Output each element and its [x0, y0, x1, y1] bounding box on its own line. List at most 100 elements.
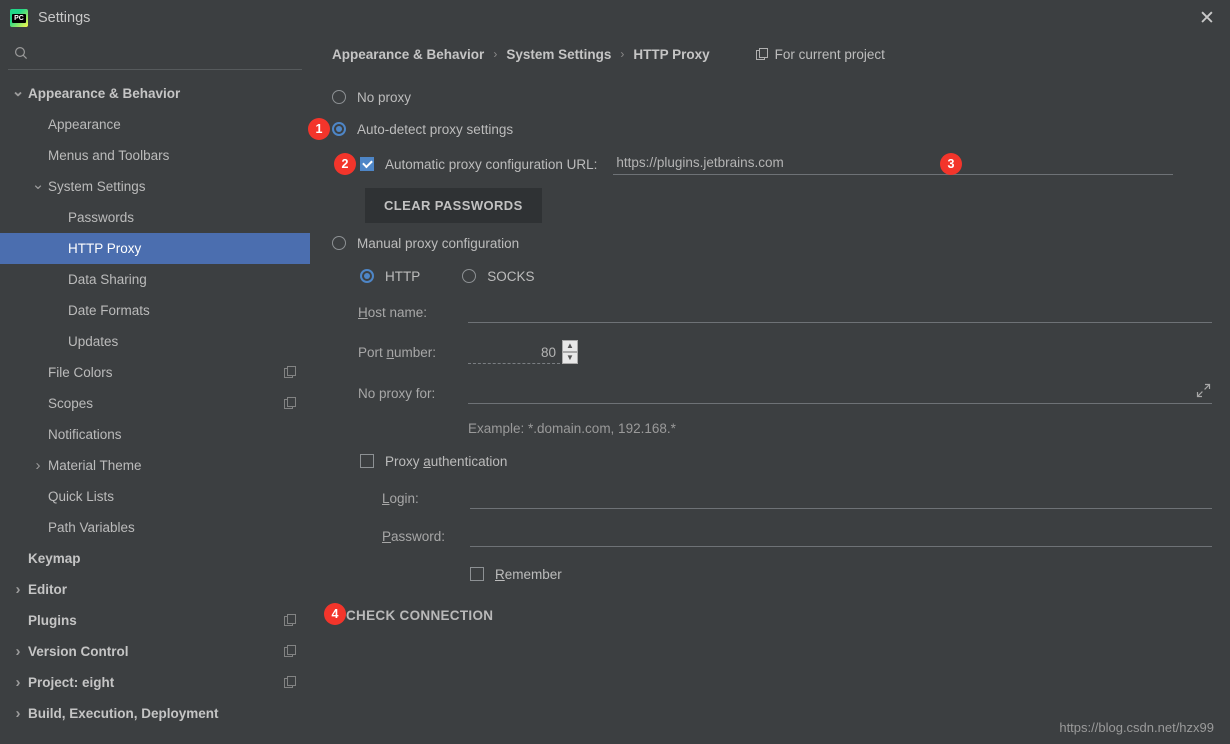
no-proxy-label[interactable]: No proxy [357, 90, 411, 105]
sidebar-item-editor[interactable]: › Editor [0, 574, 310, 605]
watermark: https://blog.csdn.net/hzx99 [1059, 720, 1214, 735]
breadcrumb-item-appearance-behavior[interactable]: Appearance & Behavior [332, 47, 484, 62]
pycharm-logo-icon: PC [10, 9, 28, 27]
proxy-auth-checkbox[interactable] [360, 454, 374, 468]
sidebar-item-label: System Settings [48, 179, 146, 194]
auto-detect-radio[interactable] [332, 122, 346, 136]
sidebar-item-path-variables[interactable]: Path Variables [0, 512, 310, 543]
http-label[interactable]: HTTP [385, 269, 420, 284]
sidebar-item-keymap[interactable]: Keymap [0, 543, 310, 574]
check-connection-row: 4 CHECK CONNECTION [324, 595, 1230, 635]
remember-row[interactable]: Remember [332, 555, 1230, 593]
port-number-spinner[interactable]: ▲ ▼ [468, 340, 578, 364]
sidebar-item-system-settings[interactable]: ⌄ System Settings [0, 171, 310, 202]
host-name-input[interactable] [468, 301, 1212, 323]
proxy-auth-label[interactable]: Proxy authentication [385, 454, 507, 469]
sidebar-item-http-proxy[interactable]: HTTP Proxy [0, 233, 310, 264]
sidebar-item-label: Keymap [28, 551, 81, 566]
breadcrumb-separator-icon: › [620, 47, 625, 61]
auto-config-label[interactable]: Automatic proxy configuration URL: [385, 157, 597, 172]
sidebar-item-file-colors[interactable]: File Colors [0, 357, 310, 388]
settings-sidebar: ⌄ Appearance & Behavior Appearance Menus an… [0, 36, 310, 744]
sidebar-item-build-execution-deployment[interactable]: › Build, Execution, Deployment [0, 698, 310, 729]
window-title: Settings [38, 10, 91, 26]
proxy-auth-row[interactable]: Proxy authentication [332, 443, 1230, 479]
socks-label[interactable]: SOCKS [487, 269, 534, 284]
sidebar-item-label: Date Formats [68, 303, 150, 318]
sidebar-item-label: Menus and Toolbars [48, 148, 170, 163]
sidebar-item-label: Data Sharing [68, 272, 147, 287]
manual-proxy-row[interactable]: Manual proxy configuration [332, 227, 1230, 259]
sidebar-item-updates[interactable]: Updates [0, 326, 310, 357]
sidebar-item-scopes[interactable]: Scopes [0, 388, 310, 419]
search-input[interactable] [34, 45, 302, 60]
auto-config-row[interactable]: 2 Automatic proxy configuration URL: 3 [332, 145, 1230, 183]
auto-config-checkbox[interactable] [360, 157, 374, 171]
breadcrumb-item-http-proxy: HTTP Proxy [633, 46, 710, 62]
remember-label[interactable]: Remember [495, 567, 562, 582]
sidebar-item-plugins[interactable]: Plugins [0, 605, 310, 636]
port-number-input[interactable] [468, 345, 560, 364]
settings-tree: ⌄ Appearance & Behavior Appearance Menus an… [0, 78, 310, 729]
chevron-right-icon[interactable]: › [8, 643, 28, 660]
sidebar-item-label: Quick Lists [48, 489, 115, 504]
close-icon[interactable]: ✕ [1184, 0, 1230, 36]
auto-detect-label[interactable]: Auto-detect proxy settings [357, 122, 513, 137]
annotation-badge-3: 3 [940, 153, 962, 175]
socks-radio[interactable] [462, 269, 477, 283]
port-number-row: Port number: ▲ ▼ [332, 331, 1230, 373]
annotation-badge-1: 1 [308, 118, 330, 140]
password-input[interactable] [470, 525, 1212, 547]
chevron-down-icon[interactable]: ▼ [562, 352, 578, 364]
sidebar-item-version-control[interactable]: › Version Control [0, 636, 310, 667]
chevron-down-icon[interactable]: ⌄ [28, 175, 48, 193]
sidebar-item-label: Build, Execution, Deployment [28, 706, 219, 721]
sidebar-item-label: Material Theme [48, 458, 142, 473]
no-proxy-radio[interactable] [332, 90, 346, 104]
for-current-project[interactable]: For current project [755, 47, 885, 62]
auto-detect-row[interactable]: 1 Auto-detect proxy settings [308, 113, 1230, 145]
no-proxy-row[interactable]: No proxy [332, 81, 1230, 113]
login-label: Login: [382, 490, 419, 506]
chevron-right-icon[interactable]: › [8, 705, 28, 722]
sidebar-item-passwords[interactable]: Passwords [0, 202, 310, 233]
pycharm-logo-text: PC [12, 13, 26, 23]
search-row[interactable] [8, 36, 302, 70]
clear-passwords-button[interactable]: CLEAR PASSWORDS [365, 187, 542, 223]
sidebar-item-material-theme[interactable]: › Material Theme [0, 450, 310, 481]
sidebar-item-project-eight[interactable]: › Project: eight [0, 667, 310, 698]
expand-icon[interactable] [1196, 383, 1211, 403]
protocol-row: HTTP SOCKS [332, 259, 1230, 293]
check-connection-button[interactable]: CHECK CONNECTION [346, 608, 493, 623]
auto-config-url-input[interactable] [613, 153, 1174, 175]
sidebar-item-label: Appearance [48, 117, 121, 132]
chevron-up-icon[interactable]: ▲ [562, 340, 578, 352]
remember-checkbox[interactable] [470, 567, 484, 581]
http-radio[interactable] [360, 269, 374, 283]
chevron-right-icon[interactable]: › [8, 674, 28, 691]
sidebar-item-menus-and-toolbars[interactable]: Menus and Toolbars [0, 140, 310, 171]
chevron-right-icon[interactable]: › [28, 457, 48, 474]
chevron-down-icon[interactable]: ⌄ [8, 82, 28, 100]
clear-passwords-row: CLEAR PASSWORDS [332, 183, 1230, 227]
sidebar-item-appearance[interactable]: Appearance [0, 109, 310, 140]
breadcrumb-item-system-settings[interactable]: System Settings [506, 47, 611, 62]
sidebar-item-label: Version Control [28, 644, 129, 659]
password-row: Password: [332, 517, 1230, 555]
copy-layers-icon [284, 644, 296, 657]
manual-proxy-radio[interactable] [332, 236, 346, 250]
sidebar-item-date-formats[interactable]: Date Formats [0, 295, 310, 326]
search-icon [14, 46, 34, 60]
sidebar-item-quick-lists[interactable]: Quick Lists [0, 481, 310, 512]
annotation-badge-4: 4 [324, 603, 346, 625]
chevron-right-icon[interactable]: › [8, 581, 28, 598]
copy-layers-icon [284, 365, 296, 378]
no-proxy-for-input[interactable] [468, 382, 1212, 404]
sidebar-item-appearance-behavior[interactable]: ⌄ Appearance & Behavior [0, 78, 310, 109]
http-proxy-form: No proxy 1 Auto-detect proxy settings 2 … [308, 72, 1230, 635]
sidebar-item-data-sharing[interactable]: Data Sharing [0, 264, 310, 295]
manual-proxy-label[interactable]: Manual proxy configuration [357, 236, 519, 251]
login-input[interactable] [470, 487, 1212, 509]
no-proxy-for-row: No proxy for: [332, 373, 1230, 413]
sidebar-item-notifications[interactable]: Notifications [0, 419, 310, 450]
